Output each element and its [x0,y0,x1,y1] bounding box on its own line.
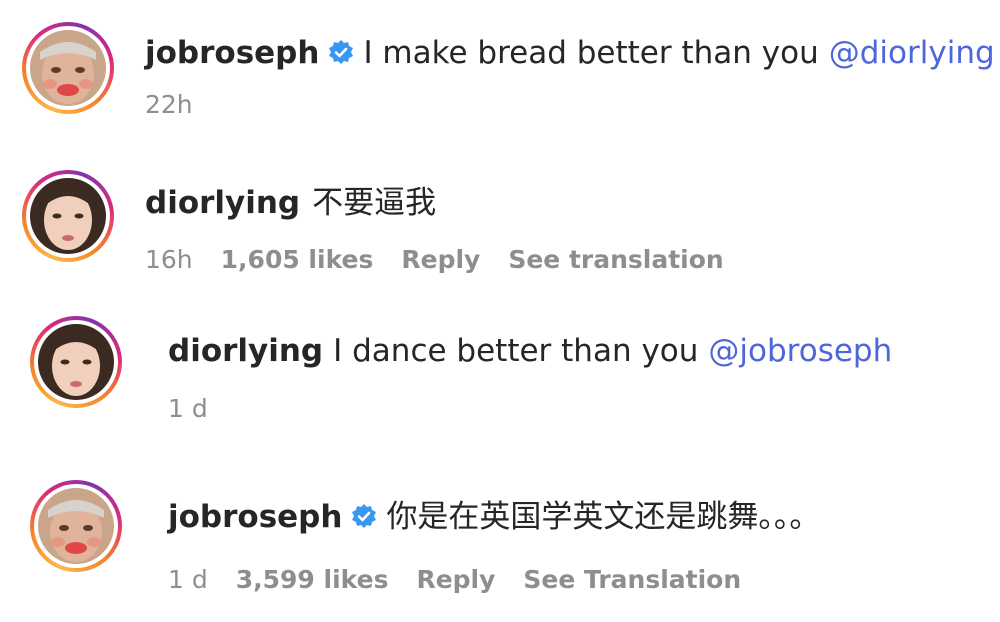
comment-username[interactable]: jobroseph [145,33,319,73]
comment-text: 不要逼我 [312,185,437,221]
see-translation-link[interactable]: See Translation [523,563,741,597]
comment-time: 1 d [168,565,208,594]
comment-text: 你是在英国学英文还是跳舞。。。 [386,499,821,535]
story-ring-avatar[interactable] [30,316,122,408]
story-ring-avatar[interactable] [22,22,114,114]
avatar [30,178,106,254]
comment-text: I dance better than you [333,333,699,369]
comment-time: 22h [145,90,193,119]
mention-link[interactable]: @jobroseph [708,331,892,371]
mention-link[interactable]: @diorlying [829,33,995,73]
comment-text: I make bread better than you [363,35,819,71]
comment-username[interactable]: diorlying [145,183,300,223]
reply-button[interactable]: Reply [401,243,480,277]
comment-username[interactable]: diorlying [168,331,323,371]
avatar [30,30,106,106]
comment-time: 1 d [168,394,208,423]
avatar [38,324,114,400]
reply-button[interactable]: Reply [416,563,495,597]
likes-count[interactable]: 1,605 likes [221,243,374,277]
comment-username[interactable]: jobroseph [168,497,342,537]
comment-time: 16h [145,245,193,274]
likes-count[interactable]: 3,599 likes [236,563,389,597]
story-ring-avatar[interactable] [30,480,122,572]
verified-badge-icon [327,39,355,67]
story-ring-avatar[interactable] [22,170,114,262]
avatar [38,488,114,564]
verified-badge-icon [350,503,378,531]
see-translation-link[interactable]: See translation [508,243,723,277]
